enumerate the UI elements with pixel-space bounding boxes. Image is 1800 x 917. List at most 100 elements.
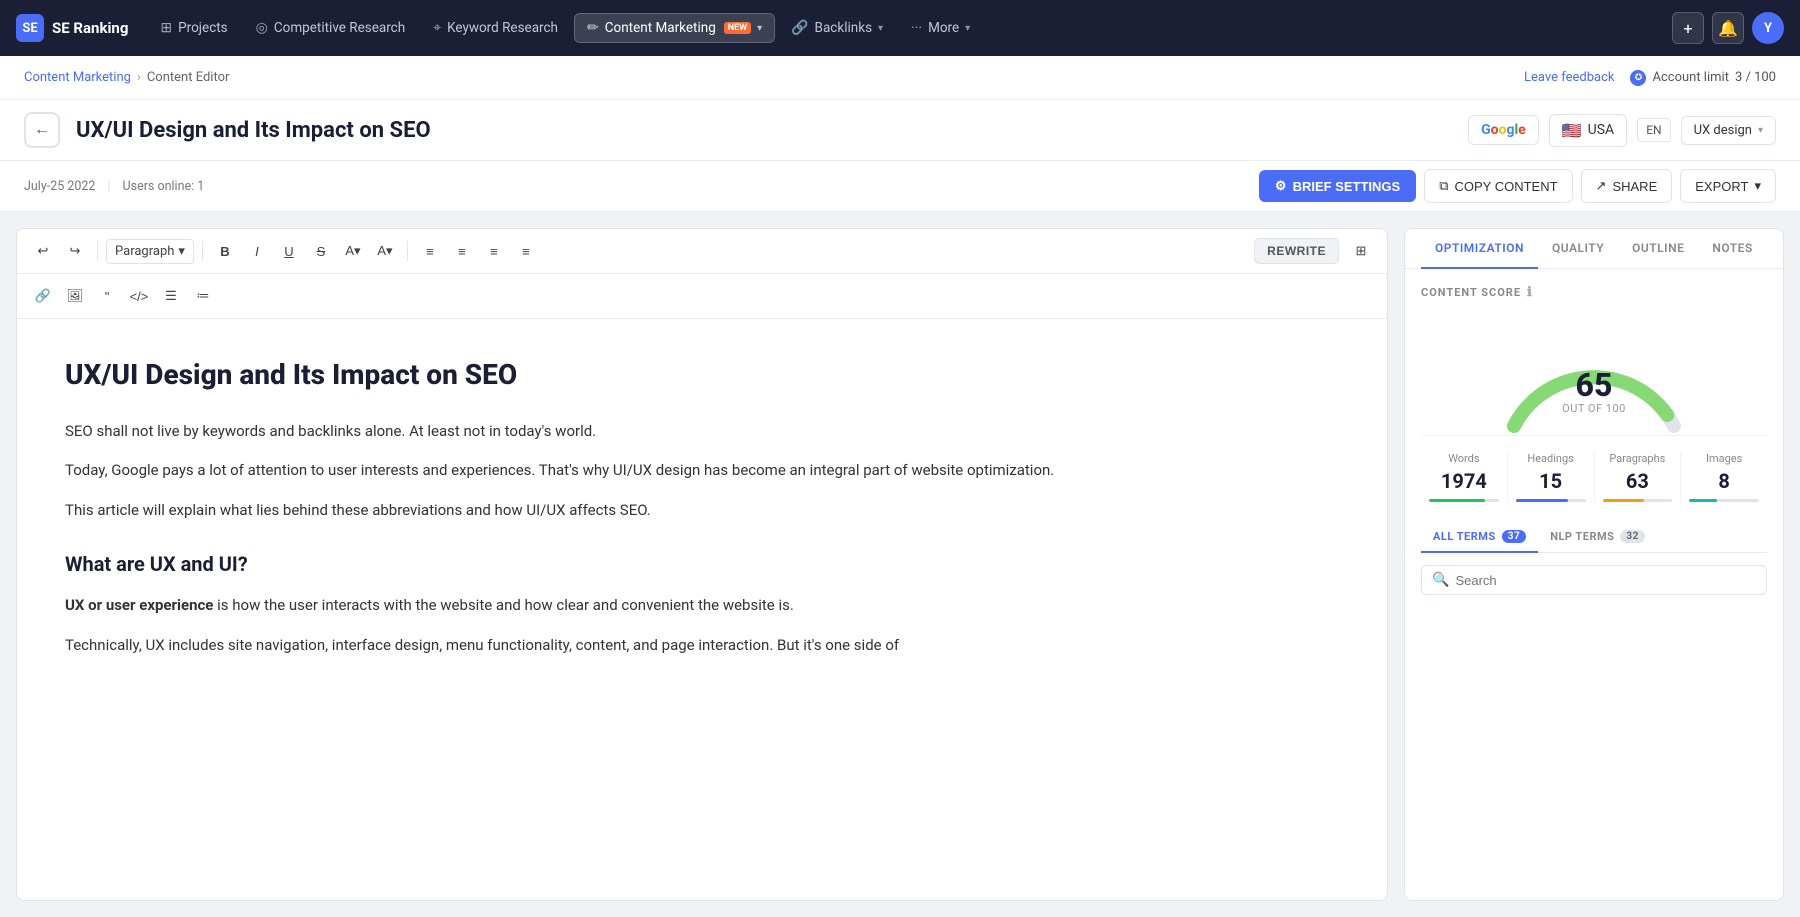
notifications-button[interactable]: 🔔	[1712, 12, 1744, 44]
rewrite-button[interactable]: REWRITE	[1254, 238, 1339, 264]
meta-actions: ⚙ BRIEF SETTINGS ⧉ COPY CONTENT ↗ SHARE …	[1259, 169, 1776, 203]
bullet-list-button[interactable]: ☰	[157, 282, 185, 310]
underline-button[interactable]: U	[275, 237, 303, 265]
align-right-button[interactable]: ≡	[480, 237, 508, 265]
keyword-research-icon: ⌖	[433, 20, 441, 36]
nav-item-keyword-research[interactable]: ⌖ Keyword Research	[421, 14, 570, 42]
country-flag: 🇺🇸	[1562, 121, 1582, 140]
terms-tabs: ALL TERMS 37 NLP TERMS 32	[1421, 522, 1767, 553]
paragraph-caret: ▾	[178, 244, 185, 259]
tab-optimization[interactable]: OPTIMIZATION	[1421, 229, 1538, 269]
country-label: USA	[1588, 122, 1615, 138]
leave-feedback-link[interactable]: Leave feedback	[1524, 70, 1614, 85]
nav-item-competitive-research[interactable]: ◎ Competitive Research	[244, 14, 418, 42]
keyword-selector[interactable]: UX design ▾	[1681, 116, 1776, 145]
settings-icon-button[interactable]: ⊞	[1347, 237, 1375, 265]
stat-words: Words 1974	[1421, 452, 1508, 502]
language-selector[interactable]: EN	[1637, 118, 1670, 142]
editor-toolbar-row2: 🔗 🖼 " </> ☰ ≔	[17, 274, 1387, 319]
code-button[interactable]: </>	[125, 282, 153, 310]
users-online: Users online: 1	[123, 179, 205, 194]
copy-icon: ⧉	[1439, 178, 1448, 194]
blockquote-button[interactable]: "	[93, 282, 121, 310]
brand-icon: SE	[16, 14, 44, 42]
content-marketing-icon: ✏	[587, 20, 599, 36]
image-button[interactable]: 🖼	[61, 282, 89, 310]
nav-item-content-marketing[interactable]: ✏ Content Marketing NEW ▾	[574, 13, 775, 43]
nav-label-content-marketing: Content Marketing	[605, 20, 716, 36]
undo-button[interactable]: ↩	[29, 237, 57, 265]
terms-tab-all[interactable]: ALL TERMS 37	[1421, 522, 1538, 553]
words-bar-fill	[1429, 499, 1485, 502]
brand-logo[interactable]: SE SE Ranking	[16, 14, 128, 42]
toolbar-right: REWRITE ⊞	[1254, 237, 1375, 265]
content-p3: This article will explain what lies behi…	[65, 498, 1339, 524]
nav-item-projects[interactable]: ⊞ Projects	[148, 14, 239, 42]
panel-tabs: OPTIMIZATION QUALITY OUTLINE NOTES	[1405, 229, 1783, 269]
highlight-button[interactable]: A▾	[339, 237, 367, 265]
breadcrumb-actions: Leave feedback ✪ Account limit 3 / 100	[1524, 70, 1776, 86]
account-limit-icon: ✪	[1630, 70, 1646, 86]
more-icon: ···	[911, 20, 922, 36]
content-h1: UX/UI Design and Its Impact on SEO	[65, 351, 1339, 399]
nav-label-more: More	[928, 20, 959, 36]
redo-button[interactable]: ↪	[61, 237, 89, 265]
content-p5: Technically, UX includes site navigation…	[65, 633, 1339, 659]
share-button[interactable]: ↗ SHARE	[1581, 169, 1673, 203]
country-selector[interactable]: 🇺🇸 USA	[1549, 114, 1627, 147]
editor-content[interactable]: UX/UI Design and Its Impact on SEO SEO s…	[17, 319, 1387, 900]
keyword-caret: ▾	[1758, 125, 1763, 136]
paragraph-style-select[interactable]: Paragraph ▾	[106, 239, 194, 264]
terms-search-box: 🔍	[1421, 565, 1767, 595]
text-color-button[interactable]: A▾	[371, 237, 399, 265]
title-left: ← UX/UI Design and Its Impact on SEO	[24, 112, 431, 148]
brief-settings-button[interactable]: ⚙ BRIEF SETTINGS	[1259, 170, 1416, 202]
numbered-list-button[interactable]: ≔	[189, 282, 217, 310]
title-right: Google Google 🇺🇸 USA EN UX design ▾	[1468, 114, 1776, 147]
nav-item-backlinks[interactable]: 🔗 Backlinks ▾	[779, 14, 895, 42]
meta-bar: July-25 2022 | Users online: 1 ⚙ BRIEF S…	[0, 161, 1800, 212]
score-info-icon[interactable]: ℹ	[1527, 285, 1533, 300]
copy-content-button[interactable]: ⧉ COPY CONTENT	[1424, 169, 1572, 203]
right-panel: OPTIMIZATION QUALITY OUTLINE NOTES CONTE…	[1404, 228, 1784, 901]
add-button[interactable]: +	[1672, 12, 1704, 44]
link-button[interactable]: 🔗	[29, 282, 57, 310]
content-p2: Today, Google pays a lot of attention to…	[65, 458, 1339, 484]
export-button[interactable]: EXPORT ▾	[1680, 169, 1776, 203]
bold-button[interactable]: B	[211, 237, 239, 265]
gear-icon: ⚙	[1275, 178, 1287, 194]
tab-quality[interactable]: QUALITY	[1538, 229, 1618, 269]
content-score-label: CONTENT SCORE ℹ	[1421, 285, 1767, 300]
strikethrough-button[interactable]: S	[307, 237, 335, 265]
gauge-value-group: 65 OUT OF 100	[1562, 366, 1626, 415]
align-left-button[interactable]: ≡	[416, 237, 444, 265]
content-h2: What are UX and UI?	[65, 547, 1339, 581]
nav-label-keyword-research: Keyword Research	[447, 20, 558, 36]
page-title: UX/UI Design and Its Impact on SEO	[76, 118, 431, 143]
back-button[interactable]: ←	[24, 112, 60, 148]
terms-tab-nlp[interactable]: NLP TERMS 32	[1538, 522, 1657, 553]
user-avatar[interactable]: Y	[1752, 12, 1784, 44]
new-badge: NEW	[724, 22, 751, 34]
more-caret: ▾	[965, 23, 970, 34]
competitive-research-icon: ◎	[256, 20, 268, 36]
nav-item-more[interactable]: ··· More ▾	[899, 14, 982, 42]
terms-search-input[interactable]	[1455, 573, 1756, 588]
document-date: July-25 2022	[24, 179, 95, 194]
justify-button[interactable]: ≡	[512, 237, 540, 265]
share-icon: ↗	[1596, 178, 1607, 194]
nav-label-projects: Projects	[178, 20, 228, 36]
breadcrumb-root[interactable]: Content Marketing	[24, 70, 131, 85]
editor-toolbar: ↩ ↪ Paragraph ▾ B I U S A▾ A▾ ≡ ≡ ≡ ≡ RE…	[17, 229, 1387, 274]
tab-notes[interactable]: NOTES	[1698, 229, 1766, 269]
content-p1: SEO shall not live by keywords and backl…	[65, 419, 1339, 445]
main-layout: ↩ ↪ Paragraph ▾ B I U S A▾ A▾ ≡ ≡ ≡ ≡ RE…	[0, 212, 1800, 917]
italic-button[interactable]: I	[243, 237, 271, 265]
words-bar	[1429, 499, 1499, 502]
search-engine-selector[interactable]: Google Google	[1468, 115, 1539, 145]
content-p4-text: is how the user interacts with the websi…	[213, 596, 793, 614]
nlp-terms-count: 32	[1620, 530, 1644, 543]
tab-outline[interactable]: OUTLINE	[1618, 229, 1698, 269]
align-center-button[interactable]: ≡	[448, 237, 476, 265]
meta-info: July-25 2022 | Users online: 1	[24, 179, 204, 194]
